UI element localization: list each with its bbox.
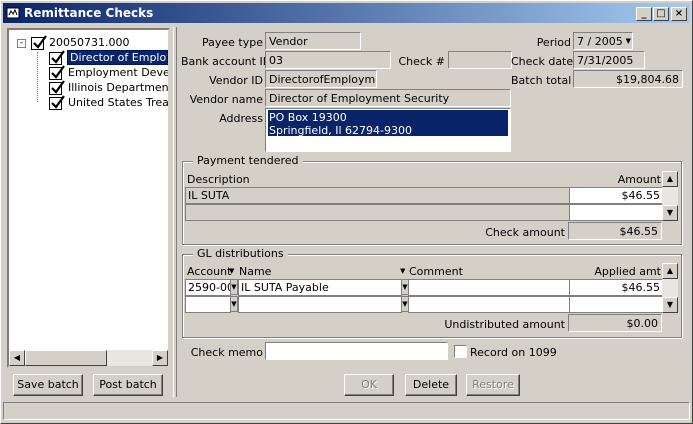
scroll-down-icon[interactable]: ▼ xyxy=(662,205,678,221)
scroll-up-icon[interactable]: ▲ xyxy=(662,171,678,187)
gl-vscrollbar[interactable]: ▲ ▼ xyxy=(662,263,678,313)
payment-amount-cell-empty[interactable] xyxy=(569,204,663,221)
ok-button[interactable]: OK xyxy=(344,374,394,396)
address-label: Address xyxy=(219,112,263,125)
vendor-id-field[interactable]: DirectorofEmployment xyxy=(265,70,377,88)
delete-button[interactable]: Delete xyxy=(405,374,457,396)
payment-tendered-title: Payment tendered xyxy=(193,154,303,167)
tree-item[interactable]: Employment Development xyxy=(68,66,168,79)
gl-comment-cell[interactable] xyxy=(408,279,570,296)
post-batch-button[interactable]: Post batch xyxy=(93,374,163,396)
vendor-name-label: Vendor name xyxy=(189,93,263,106)
maximize-button[interactable]: □ xyxy=(653,7,669,21)
check-date-field[interactable]: 7/31/2005 xyxy=(573,51,645,69)
name-column-header: Name xyxy=(239,265,272,278)
restore-button[interactable]: Restore xyxy=(466,374,520,396)
address-line-1: PO Box 19300 xyxy=(269,111,347,124)
gl-comment-cell-empty[interactable] xyxy=(408,296,570,313)
check-amount-field: $46.55 xyxy=(568,222,662,240)
check-date-label: Check date xyxy=(511,55,574,68)
comment-column-header: Comment xyxy=(409,265,463,278)
item-checkbox[interactable] xyxy=(49,95,65,110)
description-column-header: Description xyxy=(187,173,250,186)
payment-vscrollbar[interactable]: ▲ ▼ xyxy=(662,171,678,221)
collapse-icon[interactable]: - xyxy=(17,39,26,48)
gl-name-cell-empty[interactable] xyxy=(238,296,402,313)
scroll-down-icon[interactable]: ▼ xyxy=(662,297,678,313)
tree-item[interactable]: United States Treasury xyxy=(68,96,168,109)
gl-distributions-title: GL distributions xyxy=(193,247,288,260)
splitter[interactable] xyxy=(173,27,177,397)
scroll-right-icon[interactable]: ▶ xyxy=(152,350,168,366)
record-1099-checkbox[interactable] xyxy=(454,345,467,358)
gl-applied-cell-empty[interactable] xyxy=(569,296,663,313)
check-number-label: Check # xyxy=(398,55,445,68)
tree-hscrollbar[interactable]: ◀ ▶ xyxy=(9,350,168,366)
batch-total-field: $19,804.68 xyxy=(573,70,683,88)
payment-description-cell-empty[interactable] xyxy=(185,204,570,221)
root-checkbox[interactable] xyxy=(31,35,47,50)
check-number-field[interactable] xyxy=(448,51,512,69)
bank-account-label: Bank account ID xyxy=(181,55,272,68)
address-textarea[interactable]: PO Box 19300 Springfield, Il 62794-9300 xyxy=(265,108,511,152)
gl-name-cell[interactable]: IL SUTA Payable xyxy=(238,279,402,296)
name-sort-icon[interactable]: ▼ xyxy=(400,267,405,275)
scroll-left-icon[interactable]: ◀ xyxy=(9,350,25,366)
chevron-down-icon[interactable]: ▼ xyxy=(626,37,631,45)
scroll-thumb[interactable] xyxy=(25,350,107,366)
title-bar[interactable]: Remittance Checks _ □ × xyxy=(3,3,690,23)
vendor-id-label: Vendor ID xyxy=(209,74,263,87)
account-dropdown-icon[interactable]: ▼ xyxy=(230,279,238,295)
bank-account-field[interactable]: 03 xyxy=(265,51,391,69)
check-memo-input[interactable] xyxy=(265,342,448,360)
gl-account-cell[interactable]: 2590-00 xyxy=(185,279,231,296)
tree-item-selected[interactable]: Director of Employment Security xyxy=(67,50,168,65)
gl-account-cell-empty[interactable] xyxy=(185,296,231,313)
applied-amt-column-header: Applied amt xyxy=(594,265,661,278)
gl-applied-cell[interactable]: $46.55 xyxy=(569,279,663,296)
amount-column-header: Amount xyxy=(617,173,661,186)
check-amount-label: Check amount xyxy=(485,226,565,239)
app-icon xyxy=(6,7,20,19)
payee-type-label: Payee type xyxy=(202,36,263,49)
vendor-name-field[interactable]: Director of Employment Security xyxy=(265,89,511,107)
payee-type-field[interactable]: Vendor xyxy=(265,32,361,50)
remittance-checks-window: Remittance Checks _ □ × - 20050731.000 D… xyxy=(0,0,693,424)
tree-line xyxy=(37,52,38,102)
tree-root-label[interactable]: 20050731.000 xyxy=(49,36,129,49)
period-value: 7 / 2005 xyxy=(577,35,623,48)
minimize-button[interactable]: _ xyxy=(636,7,652,21)
window-title: Remittance Checks xyxy=(24,6,154,20)
account-sort-icon[interactable]: ▼ xyxy=(229,267,234,275)
tree-item[interactable]: Illinois Department of xyxy=(68,81,168,94)
undistributed-amount-label: Undistributed amount xyxy=(444,318,565,331)
batch-tree[interactable]: - 20050731.000 Director of Employment Se… xyxy=(7,28,170,368)
account-column-header: Account xyxy=(187,265,232,278)
status-bar xyxy=(3,402,690,420)
payment-description-cell[interactable]: IL SUTA xyxy=(185,187,570,204)
period-label: Period xyxy=(536,36,571,49)
undistributed-amount-field: $0.00 xyxy=(568,314,662,332)
scroll-up-icon[interactable]: ▲ xyxy=(662,263,678,279)
payment-amount-cell[interactable]: $46.55 xyxy=(569,187,663,204)
check-memo-label: Check memo xyxy=(190,346,263,359)
record-1099-label: Record on 1099 xyxy=(470,346,557,359)
account-dropdown-icon[interactable]: ▼ xyxy=(230,296,238,312)
batch-total-label: Batch total xyxy=(511,74,572,87)
save-batch-button[interactable]: Save batch xyxy=(13,374,83,396)
address-line-2: Springfield, Il 62794-9300 xyxy=(269,124,412,137)
close-button[interactable]: × xyxy=(671,7,687,21)
period-select[interactable]: 7 / 2005 ▼ xyxy=(573,32,633,50)
